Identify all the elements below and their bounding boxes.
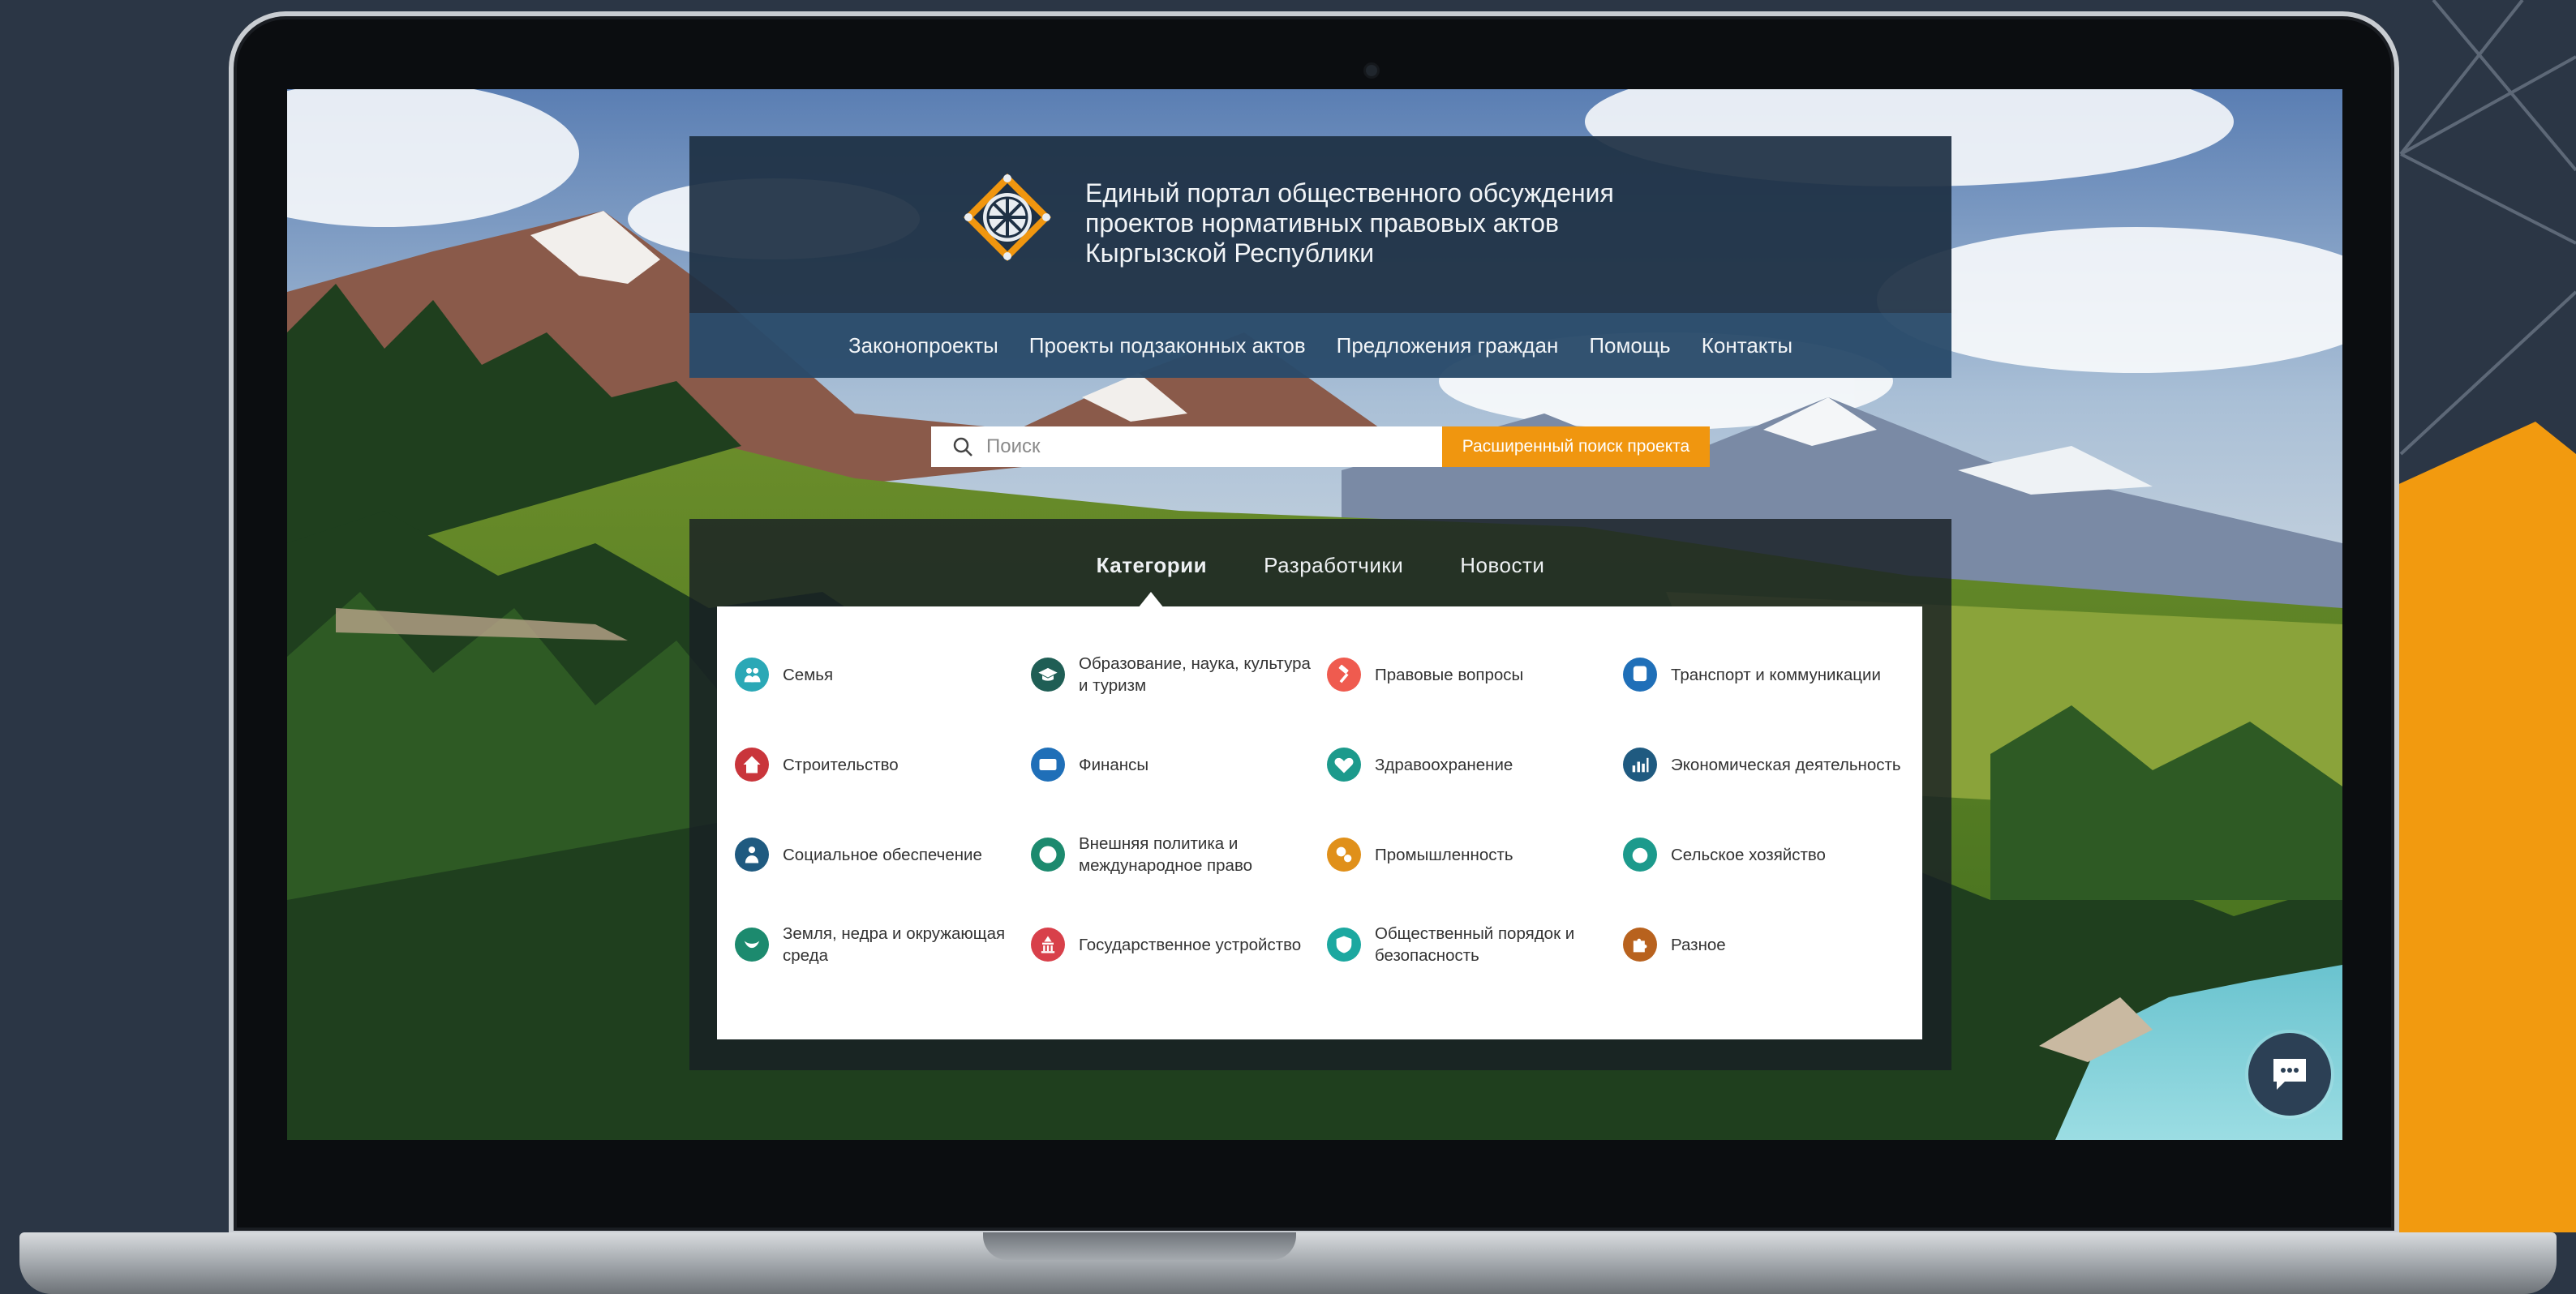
category-label: Внешняя политика и международное право [1079,834,1253,875]
category-item[interactable]: Социальное обеспечение [735,830,1031,879]
tab-categories[interactable]: Категории [1097,548,1208,578]
search-input[interactable] [985,435,1442,459]
webcam [1366,65,1377,76]
category-label: Экономическая деятельность [1671,755,1901,774]
category-label: Земля, недра и окружающая среда [783,924,1006,965]
bar-chart-icon [1623,748,1657,782]
category-item[interactable]: Промышленность [1327,830,1623,879]
agriculture-icon [1623,838,1657,872]
category-item[interactable]: Образование, наука, культура и туризм [1031,650,1327,699]
laptop-screen: Единый портал общественного обсуждения п… [287,89,2342,1140]
category-item[interactable]: Земля, недра и окружающая среда [735,920,1031,969]
category-label: Социальное обеспечение [783,845,982,864]
portal-title-line: Единый портал общественного обсуждения [1085,178,1614,208]
category-item[interactable]: Строительство [735,740,1031,789]
chat-bubble-icon [2273,1059,2306,1090]
category-item[interactable]: Сельское хозяйство [1623,830,1919,879]
category-item[interactable]: Здравоохранение [1327,740,1623,789]
tab-news[interactable]: Новости [1460,548,1544,578]
category-item[interactable]: Правовые вопросы [1327,650,1623,699]
category-label: Сельское хозяйство [1671,845,1826,864]
category-item[interactable]: Финансы [1031,740,1327,789]
portal-title: Единый портал общественного обсуждения п… [1085,178,1614,268]
category-label: Строительство [783,755,899,774]
portal-title-line: Кыргызской Республики [1085,238,1375,268]
family-icon [735,658,769,692]
category-label: Разное [1671,935,1726,954]
category-label: Государственное устройство [1079,935,1302,954]
leaf-icon [735,928,769,962]
gavel-icon [1327,658,1361,692]
category-list: Семья Образование, наука, культура и тури… [717,606,1922,1039]
credit-card-icon [1031,748,1065,782]
category-item[interactable]: Семья [735,650,1031,699]
search-icon[interactable] [952,436,973,457]
category-label: Общественный порядок и безопасность [1375,924,1575,965]
panel-tabs: Категории Разработчики Новости [689,519,1951,606]
categories-panel: Категории Разработчики Новости Семья Обра… [689,519,1951,1070]
category-label: Здравоохранение [1375,755,1513,774]
category-label: Финансы [1079,755,1149,774]
category-item[interactable]: Разное [1623,920,1919,969]
category-item[interactable]: Внешняя политика и международное право [1031,830,1327,879]
portal-emblem-icon[interactable] [962,172,1053,263]
nav-link-citizen-proposals[interactable]: Предложения граждан [1337,333,1559,358]
puzzle-icon [1623,928,1657,962]
category-label: Образование, наука, культура и туризм [1079,654,1311,695]
category-item[interactable]: Транспорт и коммуникации [1623,650,1919,699]
heart-pulse-icon [1327,748,1361,782]
government-icon [1031,928,1065,962]
nav-link-help[interactable]: Помощь [1589,333,1670,358]
nav-link-contacts[interactable]: Контакты [1702,333,1792,358]
site-header: Единый портал общественного обсуждения п… [689,136,1951,313]
laptop-notch [983,1232,1296,1260]
globe-icon [1031,838,1065,872]
chat-button[interactable] [2248,1033,2331,1116]
category-item[interactable]: Экономическая деятельность [1623,740,1919,789]
nav-link-bills[interactable]: Законопроекты [848,333,998,358]
advanced-search-button[interactable]: Расширенный поиск проекта [1442,426,1710,467]
search-bar [931,426,1442,467]
category-label: Промышленность [1375,845,1513,864]
shield-icon [1327,928,1361,962]
graduation-cap-icon [1031,658,1065,692]
social-security-icon [735,838,769,872]
category-label: Правовые вопросы [1375,665,1524,684]
portal-title-line: проектов нормативных правовых актов [1085,208,1560,238]
house-icon [735,748,769,782]
tab-developers[interactable]: Разработчики [1264,548,1403,578]
active-tab-indicator [1138,592,1164,608]
category-item[interactable]: Общественный порядок и безопасность [1327,920,1623,969]
main-navigation: Законопроекты Проекты подзаконных актов … [689,313,1951,378]
category-grid: Семья Образование, наука, культура и тури… [735,650,1919,1010]
category-label: Семья [783,665,834,684]
category-label: Транспорт и коммуникации [1671,665,1881,684]
nav-link-bylaw-drafts[interactable]: Проекты подзаконных актов [1029,333,1306,358]
category-item[interactable]: Государственное устройство [1031,920,1327,969]
bus-icon [1623,658,1657,692]
gears-icon [1327,838,1361,872]
